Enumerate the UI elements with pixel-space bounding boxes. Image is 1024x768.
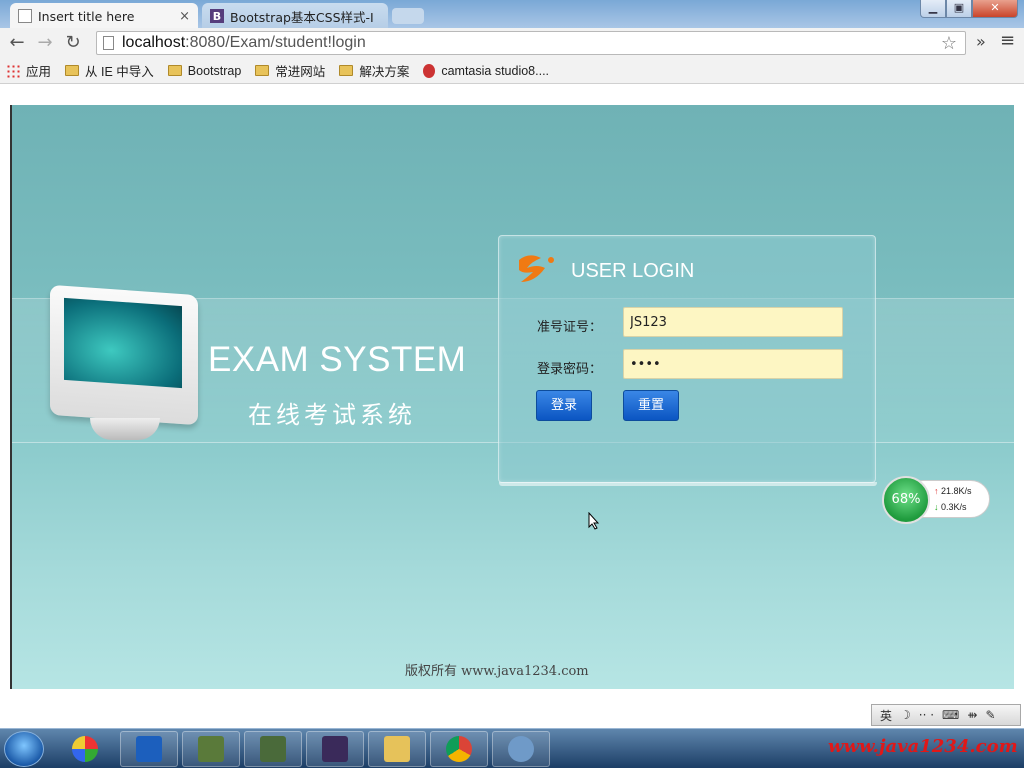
login-panel: USER LOGIN 准号证号： 登录密码： 登录 重置 <box>498 235 877 486</box>
upload-speed: ↑ 21.8K/s <box>934 486 972 496</box>
download-speed-value: 0.3K/s <box>941 502 967 512</box>
monitor-screen <box>64 297 182 389</box>
upload-speed-value: 21.8K/s <box>941 486 972 496</box>
windows-taskbar: www.java1234.com <box>0 728 1024 768</box>
login-stage: EXAM SYSTEM 在线考试系统 USER LOGIN 准号证号： 登录密码… <box>10 105 1014 689</box>
tab-title: Insert title here <box>38 8 135 24</box>
reload-icon[interactable]: ↻ <box>62 32 84 54</box>
folder-icon <box>255 65 270 76</box>
taskbar-media-player[interactable] <box>56 731 114 767</box>
taskbar-app-3[interactable] <box>182 731 240 767</box>
taskbar-file-explorer[interactable] <box>368 731 426 767</box>
login-logo-icon <box>519 255 554 282</box>
media-player-icon <box>72 736 98 762</box>
eclipse-java-ee-icon <box>322 736 348 762</box>
folder-icon <box>384 736 410 762</box>
taskbar-eclipse-java-ee[interactable] <box>306 731 364 767</box>
new-tab-button[interactable] <box>392 8 424 24</box>
bookmark-label: Bootstrap <box>187 63 242 78</box>
bookmark-label: 常进网站 <box>275 65 326 79</box>
password-label: 登录密码： <box>537 362 603 377</box>
start-button[interactable] <box>4 731 44 767</box>
taskbar-app-4[interactable] <box>244 731 302 767</box>
folder-icon <box>65 65 80 76</box>
apps-grid-icon <box>6 63 20 78</box>
app-4-icon <box>260 736 286 762</box>
window-controls: ▁ ▣ ✕ <box>920 0 1018 18</box>
moon-icon[interactable]: ☽ <box>900 708 911 722</box>
ime-arrows-icon[interactable]: ⇻ <box>967 708 977 722</box>
url-path: :8080/Exam/student!login <box>185 34 366 51</box>
copyright-text: 版权所有 www.java1234.com <box>405 664 589 679</box>
page-favicon-icon <box>18 9 32 23</box>
browser-toolbar: ← → ↻ localhost:8080/Exam/student!login … <box>0 28 1024 58</box>
folder-icon <box>167 65 182 76</box>
login-title: USER LOGIN <box>571 260 695 282</box>
bookmark-camtasia[interactable]: camtasia studio8.... <box>423 63 550 78</box>
login-button[interactable]: 登录 <box>536 390 592 421</box>
bookmark-sites[interactable]: 常进网站 <box>255 61 325 80</box>
bookmark-label: 解决方案 <box>359 65 410 79</box>
forward-icon[interactable]: → <box>34 32 56 54</box>
bookmark-apps[interactable]: 应用 <box>6 61 51 80</box>
reset-button[interactable]: 重置 <box>623 390 679 421</box>
chrome-icon <box>446 736 472 762</box>
tab-title: Bootstrap基本CSS样式-I <box>230 9 374 25</box>
bookmark-ie-import[interactable]: 从 IE 中导入 <box>65 61 154 80</box>
browser-title-bar: Insert title here × B Bootstrap基本CSS样式-I… <box>0 0 1024 29</box>
keyboard-icon[interactable]: ⌨ <box>942 708 959 722</box>
dolphin-icon <box>508 736 534 762</box>
download-arrow-icon: ↓ <box>934 502 939 512</box>
computer-monitor-illustration <box>50 284 200 440</box>
taskbar-wps-writer[interactable] <box>120 731 178 767</box>
address-bar[interactable]: localhost:8080/Exam/student!login ☆ <box>96 31 966 55</box>
watermark-text: www.java1234.com <box>828 736 1018 757</box>
tab-bootstrap[interactable]: B Bootstrap基本CSS样式-I <box>202 3 388 29</box>
upload-arrow-icon: ↑ <box>934 486 939 496</box>
bookmark-label: 从 IE 中导入 <box>85 65 154 79</box>
back-icon[interactable]: ← <box>6 32 28 54</box>
maximize-button[interactable]: ▣ <box>946 0 972 18</box>
minimize-button[interactable]: ▁ <box>920 0 946 18</box>
ime-toolbar[interactable]: 英 ☽ ·· · ⌨ ⇻ ✎ <box>871 704 1021 726</box>
bookmarks-bar: 应用 从 IE 中导入 Bootstrap 常进网站 解决方案 camtasia… <box>0 58 1024 84</box>
taskbar-dolphin-app[interactable] <box>492 731 550 767</box>
ticket-number-input[interactable] <box>623 307 843 337</box>
app-3-icon <box>198 736 224 762</box>
password-input[interactable] <box>623 349 843 379</box>
bookmark-solutions[interactable]: 解决方案 <box>339 61 409 80</box>
taskbar-chrome[interactable] <box>430 731 488 767</box>
bookmark-bootstrap[interactable]: Bootstrap <box>167 63 242 78</box>
extensions-overflow-icon[interactable]: » <box>976 32 986 51</box>
usage-percent-ball: 68% <box>882 476 930 524</box>
ime-language[interactable]: 英 <box>880 707 892 724</box>
tab-close-icon[interactable]: × <box>179 9 190 24</box>
wps-writer-icon <box>136 736 162 762</box>
page-icon <box>103 36 114 50</box>
download-speed: ↓ 0.3K/s <box>934 502 967 512</box>
exam-system-subtitle: 在线考试系统 <box>248 401 416 429</box>
monitor-stand <box>90 418 160 440</box>
menu-icon[interactable]: ≡ <box>1000 30 1015 51</box>
url-host: localhost <box>122 34 186 51</box>
bookmark-star-icon[interactable]: ☆ <box>941 33 957 54</box>
wrench-icon[interactable]: ✎ <box>985 708 995 722</box>
close-window-button[interactable]: ✕ <box>972 0 1018 18</box>
tab-insert-title[interactable]: Insert title here × <box>10 3 198 29</box>
page-viewport: EXAM SYSTEM 在线考试系统 USER LOGIN 准号证号： 登录密码… <box>0 85 1024 728</box>
exam-system-title: EXAM SYSTEM <box>208 340 467 379</box>
bookmark-label: 应用 <box>26 65 52 79</box>
bookmark-label: camtasia studio8.... <box>441 63 550 78</box>
bootstrap-favicon-icon: B <box>210 9 224 23</box>
network-speed-widget[interactable]: 68% ↑ 21.8K/s ↓ 0.3K/s <box>882 476 990 524</box>
ime-dots: ·· · <box>918 708 935 722</box>
url-text: localhost:8080/Exam/student!login <box>122 34 366 52</box>
folder-icon <box>339 65 354 76</box>
ticket-number-label: 准号证号： <box>537 320 603 335</box>
camtasia-icon <box>423 63 436 78</box>
mouse-cursor-icon <box>588 512 600 530</box>
